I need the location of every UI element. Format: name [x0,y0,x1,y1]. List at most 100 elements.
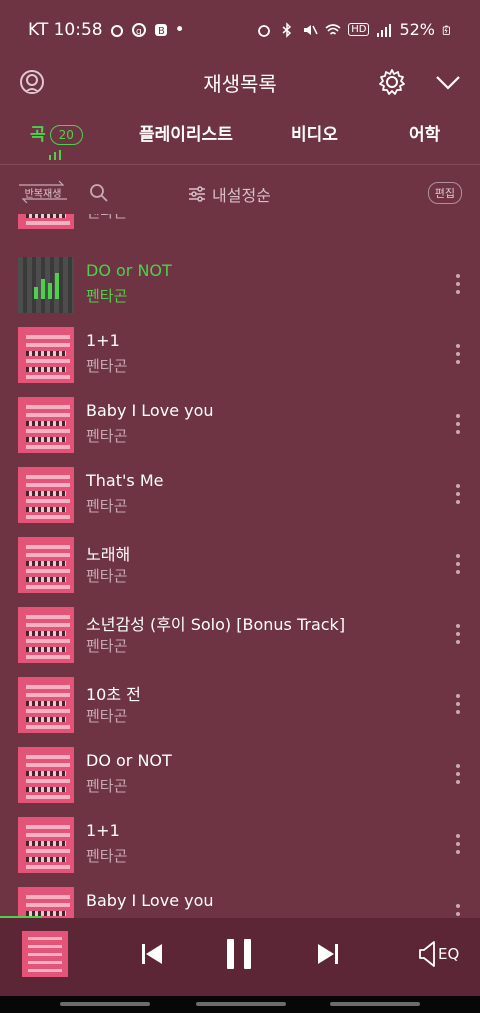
status-left: KT 10:58 g B • [28,20,185,40]
track-artist: 펜타곤 [86,777,128,795]
track-item[interactable]: 1+1 펜타곤 [0,812,480,882]
status-right: HD 52% [256,20,452,39]
signal-icon [377,23,392,37]
album-art [18,257,74,313]
more-options-icon[interactable] [452,762,464,786]
svg-text:g: g [136,27,142,37]
track-item[interactable]: 소년감성 (후이 Solo) [Bonus Track] 펜타곤 [0,602,480,672]
repeat-icon [19,180,67,204]
status-bar: KT 10:58 g B • HD 52% [0,0,480,62]
sort-sliders-icon [189,186,205,202]
track-artist: 펜타곤 [86,847,128,865]
tab-songs-label: 곡 [30,125,46,145]
equalizer-button[interactable]: EQ [418,940,459,968]
more-options-icon[interactable] [452,622,464,646]
track-artist: 펜타곤 [86,707,128,725]
sort-button[interactable]: 내설정순 [188,182,271,206]
tab-videos[interactable]: 비디오 [291,120,338,145]
collapse-chevron-down-icon[interactable] [432,66,464,98]
system-navigation-bar [0,996,480,1013]
more-options-icon[interactable] [452,482,464,506]
album-art [18,607,74,663]
wifi-icon [325,23,341,35]
track-title: DO or NOT [86,261,172,280]
battery-icon [442,25,450,35]
back-button[interactable] [330,1002,420,1006]
page-title: 재생목록 [203,72,277,96]
tab-language[interactable]: 어학 [409,120,440,145]
next-track-icon[interactable] [316,938,340,970]
track-title: 소년감성 (후이 Solo) [Bonus Track] [86,615,346,634]
more-options-icon[interactable] [452,342,464,366]
more-options-icon[interactable] [452,272,464,296]
home-button[interactable] [196,1002,286,1006]
album-art [18,467,74,523]
more-options-icon[interactable] [452,552,464,576]
track-item[interactable]: That's Me 펜타곤 [0,462,480,532]
notification-icon: g [131,23,146,37]
previous-track-icon[interactable] [140,938,164,970]
alarm-icon [258,24,271,37]
eq-label: EQ [438,945,460,963]
album-art [18,887,74,918]
album-art [18,817,74,873]
sort-label: 내설정순 [212,186,271,205]
tab-divider [0,164,480,165]
track-title: Baby I Love you [86,401,214,420]
more-options-icon[interactable] [452,692,464,716]
tab-songs[interactable]: 곡 20 [30,120,83,145]
speaker-icon [419,941,435,967]
track-artist: 펜타곤 [86,637,128,655]
bluetooth-icon [282,21,292,38]
pause-icon[interactable] [224,936,254,972]
track-list: 펜타곤 DO or NOT 펜타곤 1+1 펜타곤 Baby I Love yo… [0,214,480,918]
song-count-badge: 20 [49,125,83,145]
track-item[interactable]: 노래해 펜타곤 [0,532,480,602]
tab-playlists[interactable]: 플레이리스트 [139,120,233,145]
track-artist: 펜타곤 [86,287,128,305]
repeat-button[interactable]: 반복재생 [18,180,68,204]
settings-gear-icon[interactable] [376,66,408,98]
track-item[interactable]: Baby I Love you 펜타곤 [0,392,480,462]
more-options-icon[interactable] [452,832,464,856]
track-title: 10초 전 [86,685,141,704]
track-artist: 펜타곤 [86,427,128,445]
track-item[interactable]: Baby I Love you [0,882,480,918]
album-art [18,214,74,229]
track-item[interactable]: 1+1 펜타곤 [0,322,480,392]
album-art [18,677,74,733]
edit-button[interactable]: 편집 [427,182,462,204]
notification-dot-icon: • [174,20,185,40]
recent-apps-button[interactable] [60,1002,150,1006]
track-item[interactable]: 10초 전 펜타곤 [0,672,480,742]
now-playing-equalizer-icon [34,273,59,299]
track-item-now-playing[interactable]: DO or NOT 펜타곤 [0,252,480,322]
mini-player: EQ [0,918,480,996]
playlist-toolbar: 반복재생 내설정순 편집 [0,172,480,214]
more-options-icon[interactable] [452,902,464,918]
track-title: 노래해 [86,545,131,564]
track-title: Baby I Love you [86,891,214,910]
album-art [18,537,74,593]
header: 재생목록 [0,58,480,106]
track-artist: 펜타곤 [86,357,128,375]
notification-icon [110,25,123,37]
player-album-art[interactable] [22,931,68,977]
mute-icon [304,24,318,35]
search-icon[interactable] [88,182,110,204]
track-artist: 펜타곤 [86,567,128,585]
track-title: DO or NOT [86,751,172,770]
tab-bar: 곡 20 플레이리스트 비디오 어학 [0,114,480,162]
track-artist: 펜타곤 [86,497,128,515]
album-art [18,327,74,383]
battery-text: 52% [399,20,435,39]
svg-text:B: B [158,26,165,37]
track-item[interactable]: 펜타곤 [0,214,480,238]
track-artist: 펜타곤 [86,214,127,222]
more-options-icon[interactable] [452,412,464,436]
playing-equalizer-icon [49,150,61,160]
album-art [18,747,74,803]
track-title: 1+1 [86,821,120,840]
track-item[interactable]: DO or NOT 펜타곤 [0,742,480,812]
album-art [18,397,74,453]
